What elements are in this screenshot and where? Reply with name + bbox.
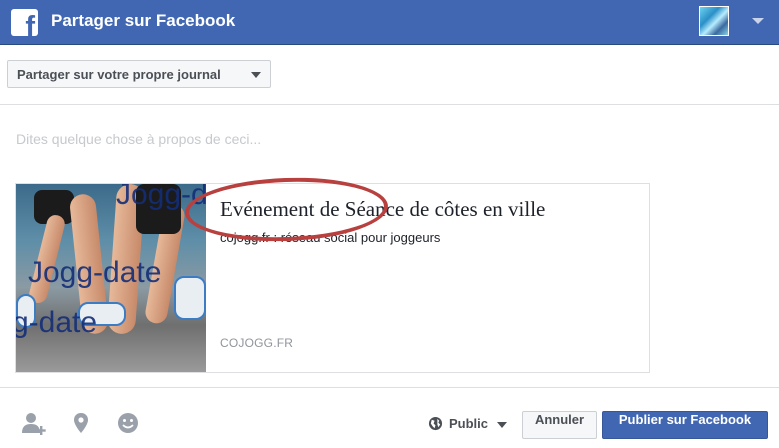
preview-thumbnail: Jogg-date Jogg-date g-date <box>16 184 206 372</box>
dialog-title: Partager sur Facebook <box>51 11 236 30</box>
status-message-input[interactable] <box>16 128 756 150</box>
watermark-text: Jogg-date <box>116 184 206 211</box>
user-avatar[interactable] <box>699 6 729 36</box>
caret-down-icon <box>251 72 261 78</box>
tag-friends-icon[interactable] <box>21 412 47 436</box>
divider <box>0 387 779 388</box>
divider <box>0 104 779 105</box>
link-preview-card[interactable]: Jogg-date Jogg-date g-date Evénement de … <box>15 183 650 373</box>
location-pin-icon[interactable] <box>72 412 90 434</box>
globe-icon <box>428 416 443 431</box>
publish-button[interactable]: Publier sur Facebook <box>602 411 768 439</box>
preview-title[interactable]: Evénement de Séance de côtes en ville <box>220 197 545 222</box>
preview-description: cojogg.fr : réseau social pour joggeurs <box>220 230 441 245</box>
cancel-button[interactable]: Annuler <box>522 411 597 439</box>
watermark-text: g-date <box>16 306 98 339</box>
emoji-icon[interactable] <box>117 412 139 434</box>
chevron-down-icon[interactable] <box>752 18 764 24</box>
audience-selector[interactable]: Public <box>425 411 513 437</box>
preview-domain: COJOGG.FR <box>220 336 294 350</box>
watermark-text: Jogg-date <box>28 256 162 289</box>
share-target-dropdown[interactable]: Partager sur votre propre journal <box>7 60 271 88</box>
facebook-f-icon: f <box>11 9 38 36</box>
dialog-header: f Partager sur Facebook <box>0 0 779 45</box>
caret-down-icon <box>497 422 507 428</box>
audience-label: Public <box>449 416 489 431</box>
share-target-label: Partager sur votre propre journal <box>17 67 221 82</box>
